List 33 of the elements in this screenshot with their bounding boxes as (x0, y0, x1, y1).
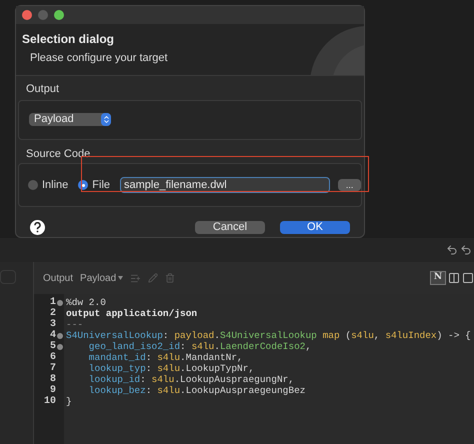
code-line: lookup_bez: s4lu.LookupAuspraegeungBez (88, 385, 306, 396)
code-line: output application/json (66, 308, 198, 319)
code-line: lookup_typ: s4lu.LookupTypNr, (88, 363, 256, 374)
code-line: --- (66, 319, 84, 330)
ok-button[interactable]: OK (280, 221, 350, 234)
code-line: S4UniversalLookup: payload.S4UniversalLookup map (s4lu, s4luIndex) -> { (66, 330, 471, 341)
output-select[interactable]: Payload (29, 113, 111, 126)
line-number: 4 (50, 330, 56, 341)
line-number: 9 (50, 385, 56, 396)
cancel-button[interactable]: Cancel (195, 221, 265, 234)
code-line: lookup_id: s4lu.LookupAuspraegungNr, (88, 374, 296, 385)
radio-label: File (92, 178, 110, 193)
line-number: 8 (50, 374, 56, 385)
line-number: 3 (50, 319, 56, 330)
dialog-subtitle: Please configure your target (29, 51, 169, 66)
output-tab-label: Output (43, 272, 74, 286)
payload-selector[interactable]: Payload (80, 270, 124, 286)
line-number: 2 (50, 308, 56, 319)
code-line: geo_land_iso2_id: s4lu.LaenderCodeIso2, (88, 341, 312, 352)
code-line: mandant_id: s4lu.MandantNr, (88, 352, 244, 363)
line-number: 10 (44, 396, 56, 407)
output-label: Output (25, 82, 60, 97)
dialog-title: Selection dialog (22, 31, 116, 48)
radio-label: Inline (42, 178, 68, 193)
line-number: 7 (50, 363, 56, 374)
file-name-field[interactable]: sample_filename.dwl (120, 177, 330, 193)
line-number: 6 (50, 352, 56, 363)
line-number: 1 (50, 297, 56, 308)
view-mode-button[interactable]: N (430, 271, 446, 285)
browse-button[interactable]: ... (338, 179, 361, 191)
code-line: } (66, 396, 73, 407)
line-number: 5 (50, 341, 56, 352)
code-line: %dw 2.0 (66, 297, 106, 308)
